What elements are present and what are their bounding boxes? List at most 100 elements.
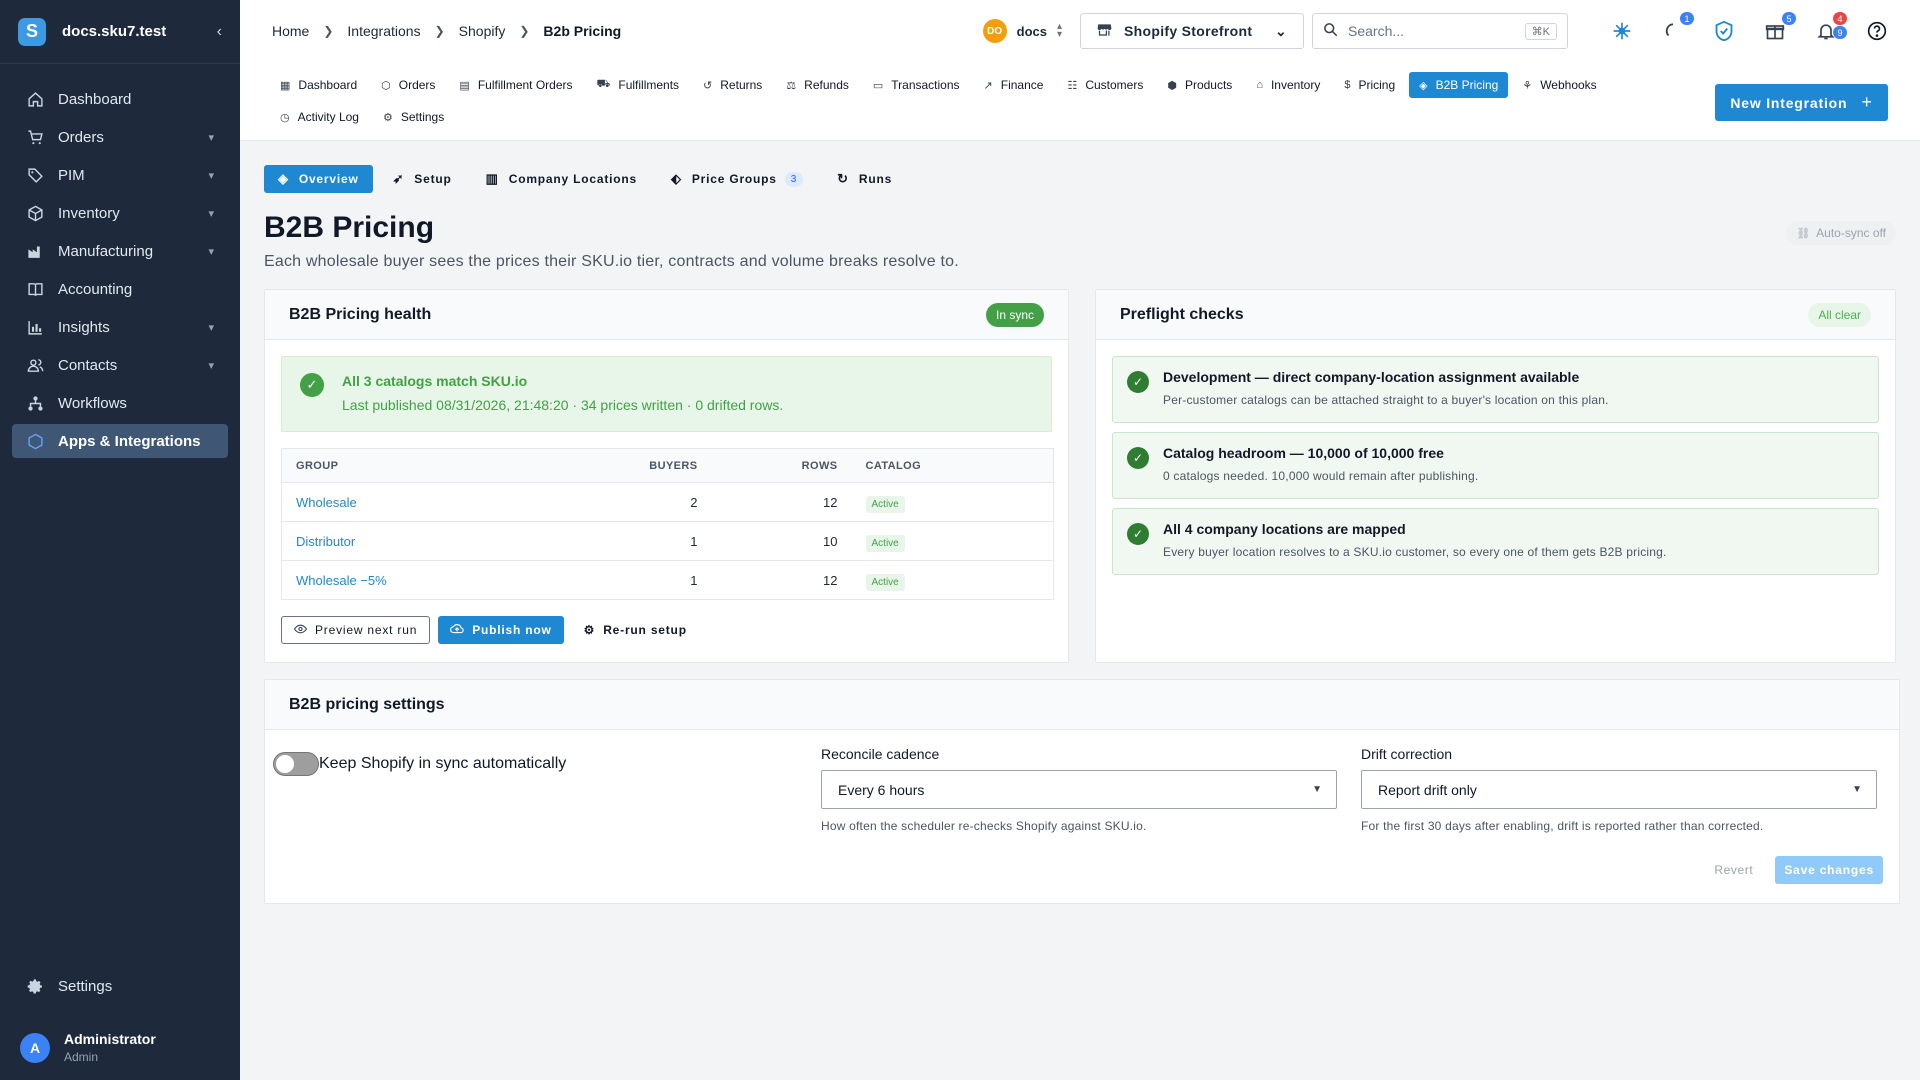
- subtab-transactions[interactable]: ▭ Transactions: [863, 72, 970, 98]
- subtab-refunds[interactable]: ⚖ Refunds: [776, 72, 859, 98]
- catalog-status-badge: Active: [865, 534, 905, 552]
- tab-runs[interactable]: ↻ Runs: [823, 165, 906, 193]
- sidebar-item-label: PIM: [58, 166, 85, 184]
- new-integration-button[interactable]: New Integration +: [1715, 84, 1888, 121]
- auto-sync-toggle[interactable]: [273, 752, 319, 776]
- alert-title: All 3 catalogs match SKU.io: [342, 373, 528, 389]
- search-input[interactable]: Search... ⌘K: [1312, 13, 1568, 49]
- group-link[interactable]: Wholesale −5%: [296, 573, 387, 588]
- subtab-pricing[interactable]: $ Pricing: [1334, 72, 1405, 98]
- apps-icon: [26, 432, 44, 450]
- group-link[interactable]: Wholesale: [296, 495, 357, 510]
- table-row: Wholesale −5% 1 12 Active: [282, 561, 1054, 600]
- sidebar-item-label: Workflows: [58, 394, 127, 412]
- header-icons: 1 5 4 9: [1584, 12, 1890, 44]
- subtab-customers[interactable]: ☷ Customers: [1057, 72, 1153, 98]
- subtab-inventory[interactable]: ⌂ Inventory: [1246, 72, 1330, 98]
- rerun-label: Re-run setup: [603, 623, 687, 637]
- chevron-down-icon[interactable]: ▾: [208, 245, 214, 258]
- sidebar-item-insights[interactable]: Insights ▾: [12, 310, 228, 344]
- tab-icon: ▥: [485, 171, 499, 186]
- store-selector[interactable]: Shopify Storefront ⌄: [1080, 13, 1304, 49]
- subtab-fulfillments[interactable]: ⛟ Fulfillments: [587, 72, 690, 98]
- chevron-down-icon[interactable]: ▾: [208, 359, 214, 372]
- subtab-label: Fulfillment Orders: [477, 78, 573, 92]
- sidebar-item-inventory[interactable]: Inventory ▾: [12, 196, 228, 230]
- avatar: A: [20, 1032, 50, 1063]
- subtab-activity-log[interactable]: ◷ Activity Log: [270, 104, 369, 130]
- tab-overview[interactable]: ◈ Overview: [264, 165, 373, 193]
- check-title: All 4 company locations are mapped: [1163, 521, 1406, 537]
- shield-icon[interactable]: [1711, 18, 1737, 44]
- autosync-badge: ⛓ Auto-sync off: [1786, 221, 1896, 245]
- tenant-switcher[interactable]: DO docs ▴ ▾: [982, 19, 1062, 43]
- check-circle-icon: ✓: [1127, 523, 1149, 545]
- subtab-icon: ⚖: [786, 79, 797, 92]
- drift-select[interactable]: Report drift only ▼: [1361, 770, 1877, 809]
- sidebar-item-contacts[interactable]: Contacts ▾: [12, 348, 228, 382]
- cadence-label: Reconcile cadence: [821, 746, 940, 762]
- tab-company-locations[interactable]: ▥ Company Locations: [472, 165, 651, 193]
- preflight-check: ✓ All 4 company locations are mapped Every…: [1112, 508, 1879, 575]
- rerun-setup-button[interactable]: ⚙ Re-run setup: [572, 616, 699, 644]
- settings-actions: Revert Save changes: [1714, 856, 1883, 884]
- buyers-cell: 1: [690, 572, 698, 588]
- sidebar-item-orders[interactable]: Orders ▾: [12, 120, 228, 154]
- preview-next-run-button[interactable]: Preview next run: [281, 616, 431, 644]
- subtab-finance[interactable]: ↗ Finance: [974, 72, 1054, 98]
- revert-button[interactable]: Revert: [1714, 863, 1753, 877]
- group-link[interactable]: Distributor: [296, 534, 355, 549]
- page-content: ◈ Overview ➶ Setup ▥ Company Locations ⬖ Price …: [240, 141, 1920, 904]
- sidebar-item-label: Insights: [58, 318, 110, 336]
- help-icon[interactable]: [1864, 18, 1890, 44]
- subtab-dashboard[interactable]: ▦ Dashboard: [270, 72, 367, 98]
- subtab-label: Refunds: [804, 78, 849, 92]
- subtab-b2b-pricing[interactable]: ◈ B2B Pricing: [1409, 72, 1509, 98]
- chevron-down-icon[interactable]: ▾: [208, 131, 214, 144]
- activity-spinner-icon[interactable]: 1: [1660, 12, 1694, 44]
- column-header-rows: ROWS: [711, 448, 852, 483]
- subtab-icon: ◷: [280, 111, 290, 124]
- eye-icon: [293, 623, 308, 637]
- tab-price-groups[interactable]: ⬖ Price Groups 3: [657, 165, 817, 193]
- gift-badge: 5: [1782, 12, 1796, 25]
- publish-now-button[interactable]: Publish now: [438, 616, 564, 644]
- snowflake-icon[interactable]: [1609, 18, 1635, 44]
- breadcrumb-home[interactable]: Home: [272, 23, 309, 39]
- notifications-badge: 4: [1833, 12, 1847, 25]
- sidebar-item-dashboard[interactable]: Dashboard: [12, 82, 228, 116]
- chevron-down-icon[interactable]: ▾: [208, 169, 214, 182]
- subtab-settings[interactable]: ⚙ Settings: [373, 104, 454, 130]
- sidebar-item-apps-integrations[interactable]: Apps & Integrations: [12, 424, 228, 458]
- subtab-webhooks[interactable]: ⚘ Webhooks: [1512, 72, 1606, 98]
- bell-icon[interactable]: 4 9: [1813, 12, 1847, 44]
- sidebar-item-settings[interactable]: Settings: [12, 969, 228, 1003]
- gift-icon[interactable]: 5: [1762, 12, 1796, 44]
- cadence-select[interactable]: Every 6 hours ▼: [821, 770, 1337, 809]
- tab-setup[interactable]: ➶ Setup: [379, 165, 466, 193]
- collapse-sidebar-icon[interactable]: ‹: [217, 23, 222, 41]
- chevron-down-icon[interactable]: ▾: [208, 207, 214, 220]
- breadcrumb-shopify[interactable]: Shopify: [459, 23, 506, 39]
- sidebar-item-pim[interactable]: PIM ▾: [12, 158, 228, 192]
- subtab-label: Customers: [1085, 78, 1144, 92]
- sidebar-header: S docs.sku7.test ‹: [0, 0, 240, 64]
- subtab-label: Pricing: [1358, 78, 1396, 92]
- app-logo[interactable]: S: [18, 17, 46, 46]
- sidebar-item-workflows[interactable]: Workflows: [12, 386, 228, 420]
- save-changes-button[interactable]: Save changes: [1775, 856, 1883, 884]
- chevron-right-icon: ❯: [323, 24, 334, 38]
- status-badge: All clear: [1808, 302, 1871, 327]
- user-menu[interactable]: A Administrator Admin: [0, 1017, 240, 1080]
- subtab-fulfillment-orders[interactable]: ▤ Fulfillment Orders: [449, 72, 582, 98]
- sidebar-bottom: Settings A Administrator Admin: [0, 969, 240, 1080]
- chevron-right-icon: ❯: [519, 24, 530, 38]
- subtab-orders[interactable]: ⬡ Orders: [371, 72, 445, 98]
- sidebar-item-accounting[interactable]: Accounting: [12, 272, 228, 306]
- subtab-returns[interactable]: ↺ Returns: [693, 72, 772, 98]
- chevron-down-icon[interactable]: ▾: [208, 321, 214, 334]
- subtab-products[interactable]: ⬢ Products: [1157, 72, 1242, 98]
- sidebar-item-manufacturing[interactable]: Manufacturing ▾: [12, 234, 228, 268]
- subtab-label: Activity Log: [297, 110, 359, 124]
- breadcrumb-integrations[interactable]: Integrations: [347, 23, 420, 39]
